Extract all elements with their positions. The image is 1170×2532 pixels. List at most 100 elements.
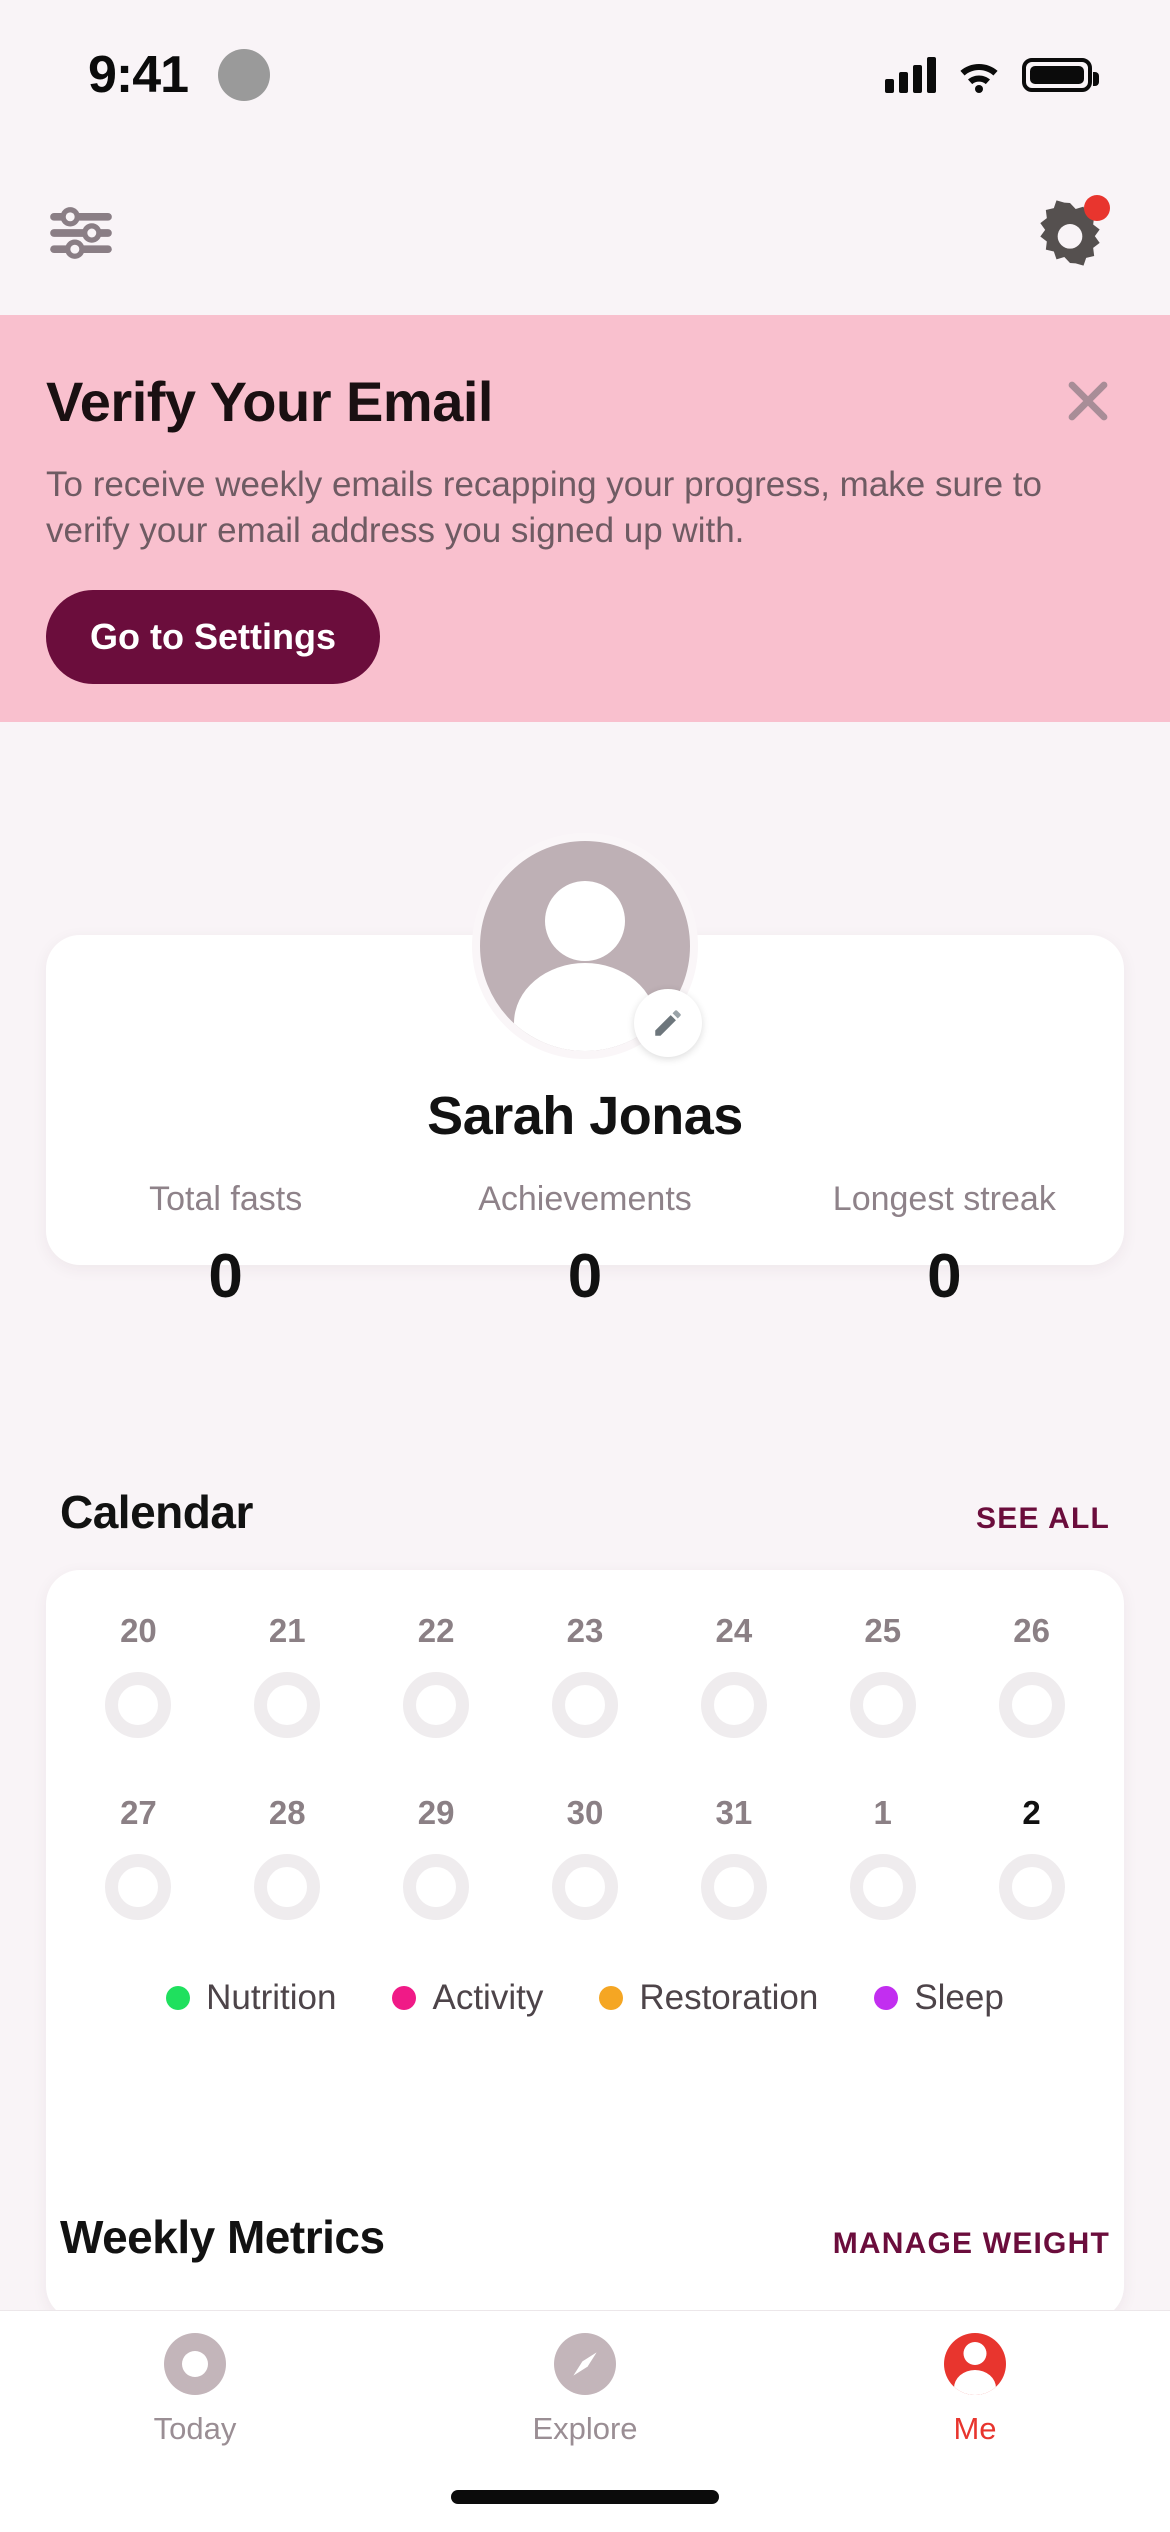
calendar-week-row: 27 28 29 30 31 1 2 <box>64 1794 1106 1920</box>
calendar-day-number: 31 <box>715 1794 753 1831</box>
stat-total-fasts: Total fasts 0 <box>46 1180 405 1312</box>
calendar-day[interactable]: 28 <box>213 1794 362 1920</box>
calendar-day-ring <box>998 1672 1065 1738</box>
calendar-day[interactable]: 1 <box>808 1794 957 1920</box>
banner-title: Verify Your Email <box>46 370 493 433</box>
cellular-signal-icon <box>885 57 936 93</box>
stat-label: Total fasts <box>149 1180 303 1218</box>
legend-label: Activity <box>432 1978 544 2017</box>
stat-label: Achievements <box>478 1180 692 1218</box>
calendar-day-number: 21 <box>268 1612 306 1649</box>
banner-body: To receive weekly emails recapping your … <box>46 465 1042 551</box>
calendar-day-ring <box>700 1672 767 1738</box>
calendar-day-number: 24 <box>715 1612 753 1649</box>
calendar-day-ring <box>998 1854 1065 1920</box>
legend-label: Nutrition <box>206 1978 337 2017</box>
calendar-day[interactable]: 25 <box>808 1612 957 1738</box>
tab-label: Today <box>153 2411 237 2446</box>
stat-value: 0 <box>567 1242 603 1311</box>
tab-today[interactable]: Today <box>0 2333 390 2471</box>
battery-icon <box>1022 58 1099 92</box>
legend-label: Restoration <box>639 1978 819 2017</box>
stat-label: Longest streak <box>832 1180 1056 1218</box>
calendar-title: Calendar <box>60 1486 253 1538</box>
legend-item-sleep: Sleep <box>874 1978 1004 2018</box>
calendar-day-ring <box>552 1672 618 1738</box>
calendar-day[interactable]: 22 <box>362 1612 511 1738</box>
calendar-day-number: 22 <box>417 1612 455 1649</box>
stat-longest-streak: Longest streak 0 <box>765 1180 1124 1312</box>
legend-dot-icon <box>166 1986 191 2010</box>
calendar-day-ring <box>403 1854 470 1920</box>
sliders-filter-icon[interactable] <box>44 196 118 270</box>
avatar-body <box>514 963 656 1051</box>
calendar-legend: Nutrition Activity Restoration Sleep <box>64 1978 1106 2018</box>
calendar-day-ring <box>254 1854 321 1920</box>
calendar-day-ring <box>849 1672 916 1738</box>
status-bar-left: 9:41 <box>88 45 271 105</box>
calendar-day-number: 20 <box>120 1612 157 1649</box>
calendar-day-number: 25 <box>864 1612 902 1649</box>
wifi-icon <box>956 57 1002 93</box>
calendar-day[interactable]: 26 <box>957 1612 1106 1738</box>
calendar-day-number: 2 <box>1022 1794 1041 1831</box>
close-x-icon[interactable] <box>1060 373 1116 429</box>
calendar-day[interactable]: 23 <box>511 1612 660 1738</box>
legend-dot-icon <box>874 1986 899 2010</box>
pencil-edit-icon[interactable] <box>634 989 702 1057</box>
go-to-settings-button[interactable]: Go to Settings <box>46 590 380 685</box>
calendar-day-ring <box>403 1672 470 1738</box>
app-screen: 9:41 Verify Your Email To receive weekly… <box>0 0 1170 2532</box>
calendar-day[interactable]: 31 <box>659 1794 808 1920</box>
legend-label: Sleep <box>914 1978 1004 2017</box>
notification-badge-dot <box>1084 194 1110 221</box>
status-bar-right <box>885 57 1099 93</box>
gear-settings-icon[interactable] <box>1030 193 1110 273</box>
calendar-day-ring <box>552 1854 618 1920</box>
avatar-head <box>545 881 625 961</box>
legend-dot-icon <box>392 1986 417 2010</box>
profile-name: Sarah Jonas <box>427 1086 743 1146</box>
tab-list: Today Explore Me <box>0 2311 1170 2471</box>
weekly-metrics-title: Weekly Metrics <box>60 2211 385 2263</box>
legend-item-activity: Activity <box>392 1978 543 2018</box>
person-icon <box>944 2333 1006 2395</box>
bottom-tab-bar: Today Explore Me <box>0 2310 1170 2532</box>
manage-weight-button[interactable]: MANAGE WEIGHT <box>833 2227 1110 2261</box>
home-indicator <box>451 2490 719 2504</box>
calendar-card: 20 21 22 23 24 25 26 27 28 29 30 31 1 2 … <box>46 1570 1124 2320</box>
calendar-day-number: 27 <box>120 1794 157 1831</box>
calendar-day-number: 1 <box>873 1794 892 1831</box>
see-all-button[interactable]: SEE ALL <box>976 1502 1110 1536</box>
tab-me[interactable]: Me <box>780 2333 1170 2471</box>
calendar-day-today[interactable]: 2 <box>957 1794 1106 1920</box>
calendar-day[interactable]: 21 <box>213 1612 362 1738</box>
calendar-day-ring <box>254 1672 321 1738</box>
calendar-day-ring <box>700 1854 767 1920</box>
calendar-day[interactable]: 27 <box>64 1794 213 1920</box>
calendar-day[interactable]: 29 <box>362 1794 511 1920</box>
tab-label: Me <box>953 2411 997 2446</box>
calendar-day-ring <box>105 1854 172 1920</box>
calendar-day[interactable]: 20 <box>64 1612 213 1738</box>
calendar-day-number: 28 <box>268 1794 306 1831</box>
stat-value: 0 <box>927 1242 962 1311</box>
legend-dot-icon <box>599 1986 624 2010</box>
status-time: 9:41 <box>88 46 189 104</box>
calendar-day[interactable]: 30 <box>511 1794 660 1920</box>
camera-dot-icon <box>218 49 271 101</box>
calendar-day-number: 23 <box>566 1612 604 1649</box>
stat-value: 0 <box>208 1242 243 1311</box>
verify-email-banner: Verify Your Email To receive weekly emai… <box>0 315 1170 722</box>
calendar-day-ring <box>849 1854 916 1920</box>
avatar[interactable] <box>472 833 702 1059</box>
profile-stats: Total fasts 0 Achievements 0 Longest str… <box>46 1180 1124 1312</box>
calendar-day-number: 29 <box>417 1794 455 1831</box>
calendar-day-ring <box>105 1672 172 1738</box>
calendar-day[interactable]: 24 <box>659 1612 808 1738</box>
tab-explore[interactable]: Explore <box>390 2333 780 2471</box>
tab-label: Explore <box>532 2411 638 2446</box>
status-bar: 9:41 <box>0 0 1170 150</box>
today-ring-icon <box>164 2333 226 2395</box>
calendar-day-number: 30 <box>566 1794 604 1831</box>
